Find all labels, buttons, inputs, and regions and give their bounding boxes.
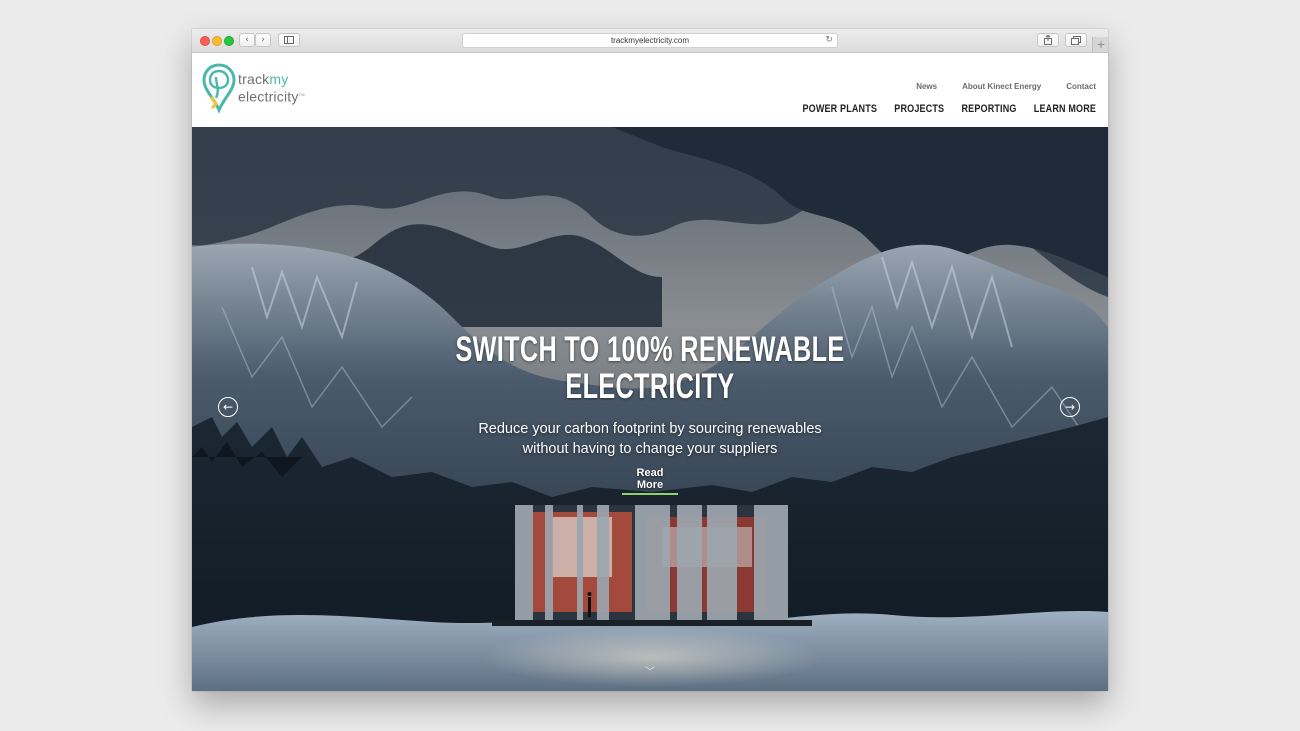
share-button[interactable]	[1037, 33, 1059, 47]
hero-title: SWITCH TO 100% RENEWABLE ELECTRICITY	[320, 331, 980, 405]
hero-subtitle: Reduce your carbon footprint by sourcing…	[192, 419, 1108, 459]
chevron-left-icon: ‹	[245, 35, 249, 45]
reload-icon[interactable]: ↻	[825, 35, 833, 45]
hero-title-line-1: SWITCH TO 100% RENEWABLE	[455, 330, 845, 369]
hero-subtitle-line-2: without having to change your suppliers	[522, 441, 778, 457]
util-nav-contact[interactable]: Contact	[1066, 82, 1096, 91]
logo-word-my: my	[269, 71, 289, 87]
hero-title-line-2: ELECTRICITY	[565, 367, 735, 406]
nav-learn-more[interactable]: LEARN MORE	[1034, 103, 1096, 115]
back-button[interactable]: ‹	[239, 33, 255, 47]
address-bar[interactable]: trackmyelectricity.com ↻	[462, 33, 838, 48]
tabs-icon	[1071, 35, 1081, 45]
logo-wordmark: trackmy electricityTM	[238, 72, 305, 105]
util-nav-about[interactable]: About Kinect Energy	[962, 82, 1041, 91]
chevron-down-icon: ﹀	[645, 666, 655, 678]
util-nav-news[interactable]: News	[916, 82, 937, 91]
site-header: trackmy electricityTM News About Kinect …	[192, 53, 1108, 127]
main-nav: POWER PLANTS PROJECTS REPORTING LEARN MO…	[802, 103, 1096, 115]
logo-trademark: TM	[298, 92, 305, 97]
minimize-window-button[interactable]	[212, 36, 222, 46]
forward-button[interactable]: ›	[255, 33, 271, 47]
zoom-window-button[interactable]	[224, 36, 234, 46]
new-tab-button[interactable]: +	[1092, 37, 1108, 52]
nav-power-plants[interactable]: POWER PLANTS	[802, 103, 877, 115]
hero-background-image	[192, 127, 1108, 691]
tabs-overview-button[interactable]	[1065, 33, 1087, 47]
sidebar-icon	[284, 36, 294, 44]
slider-next-button[interactable]: →	[1060, 397, 1080, 417]
scroll-down-button[interactable]: ﹀	[640, 665, 660, 678]
address-bar-url: trackmyelectricity.com	[610, 36, 690, 45]
utility-nav: News About Kinect Energy Contact	[916, 82, 1096, 91]
browser-titlebar: ‹ › trackmyelectricity.com ↻ +	[192, 29, 1108, 53]
nav-projects[interactable]: PROJECTS	[894, 103, 944, 115]
nav-reporting[interactable]: REPORTING	[961, 103, 1016, 115]
read-more-link[interactable]: Read More	[622, 467, 678, 495]
logo-word-track: track	[238, 71, 270, 87]
logo[interactable]: trackmy electricityTM	[202, 62, 305, 122]
arrow-right-icon: →	[1064, 400, 1076, 414]
share-icon	[1044, 35, 1052, 45]
chevron-right-icon: ›	[261, 35, 265, 45]
close-window-button[interactable]	[200, 36, 210, 46]
plus-icon: +	[1096, 38, 1106, 51]
browser-window: ‹ › trackmyelectricity.com ↻ + trackmy e…	[192, 29, 1108, 691]
hero-subtitle-line-1: Reduce your carbon footprint by sourcing…	[478, 421, 822, 437]
slider-prev-button[interactable]: ←	[218, 397, 238, 417]
hero-slider: SWITCH TO 100% RENEWABLE ELECTRICITY Red…	[192, 127, 1108, 691]
location-pin-icon	[202, 63, 236, 114]
arrow-left-icon: ←	[222, 400, 234, 414]
logo-word-electricity: electricity	[238, 88, 299, 105]
sidebar-toggle-button[interactable]	[278, 33, 300, 47]
